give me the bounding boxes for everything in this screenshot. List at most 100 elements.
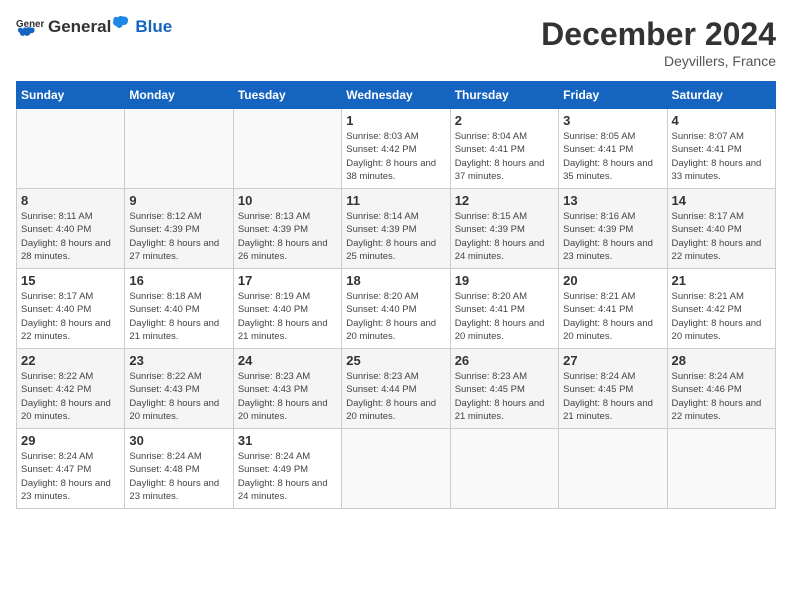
empty-cell (342, 429, 450, 509)
day-20: 20 Sunrise: 8:21 AMSunset: 4:41 PMDaylig… (559, 269, 667, 349)
header-tuesday: Tuesday (233, 82, 341, 109)
day-number: 21 (672, 273, 771, 288)
day-number: 17 (238, 273, 337, 288)
day-info: Sunrise: 8:23 AMSunset: 4:44 PMDaylight:… (346, 371, 436, 422)
day-number: 24 (238, 353, 337, 368)
day-number: 23 (129, 353, 228, 368)
day-1: 1 Sunrise: 8:03 AMSunset: 4:42 PMDayligh… (342, 109, 450, 189)
header-thursday: Thursday (450, 82, 558, 109)
calendar-week-3: 15 Sunrise: 8:17 AMSunset: 4:40 PMDaylig… (17, 269, 776, 349)
day-number: 27 (563, 353, 662, 368)
day-number: 10 (238, 193, 337, 208)
day-number: 20 (563, 273, 662, 288)
empty-cell (17, 109, 125, 189)
month-title: December 2024 (541, 16, 776, 53)
day-number: 30 (129, 433, 228, 448)
day-number: 26 (455, 353, 554, 368)
empty-cell (125, 109, 233, 189)
day-number: 15 (21, 273, 120, 288)
day-info: Sunrise: 8:21 AMSunset: 4:41 PMDaylight:… (563, 291, 653, 342)
day-info: Sunrise: 8:13 AMSunset: 4:39 PMDaylight:… (238, 211, 328, 262)
day-28: 28 Sunrise: 8:24 AMSunset: 4:46 PMDaylig… (667, 349, 775, 429)
day-info: Sunrise: 8:15 AMSunset: 4:39 PMDaylight:… (455, 211, 545, 262)
day-3: 3 Sunrise: 8:05 AMSunset: 4:41 PMDayligh… (559, 109, 667, 189)
day-info: Sunrise: 8:24 AMSunset: 4:48 PMDaylight:… (129, 451, 219, 502)
day-17: 17 Sunrise: 8:19 AMSunset: 4:40 PMDaylig… (233, 269, 341, 349)
calendar-week-2: 8 Sunrise: 8:11 AMSunset: 4:40 PMDayligh… (17, 189, 776, 269)
empty-cell (667, 429, 775, 509)
day-number: 19 (455, 273, 554, 288)
header-sunday: Sunday (17, 82, 125, 109)
day-24: 24 Sunrise: 8:23 AMSunset: 4:43 PMDaylig… (233, 349, 341, 429)
day-9: 9 Sunrise: 8:12 AMSunset: 4:39 PMDayligh… (125, 189, 233, 269)
day-number: 4 (672, 113, 771, 128)
day-info: Sunrise: 8:14 AMSunset: 4:39 PMDaylight:… (346, 211, 436, 262)
day-16: 16 Sunrise: 8:18 AMSunset: 4:40 PMDaylig… (125, 269, 233, 349)
location-subtitle: Deyvillers, France (541, 53, 776, 69)
day-info: Sunrise: 8:24 AMSunset: 4:47 PMDaylight:… (21, 451, 111, 502)
header-monday: Monday (125, 82, 233, 109)
day-25: 25 Sunrise: 8:23 AMSunset: 4:44 PMDaylig… (342, 349, 450, 429)
day-number: 11 (346, 193, 445, 208)
day-info: Sunrise: 8:19 AMSunset: 4:40 PMDaylight:… (238, 291, 328, 342)
day-number: 31 (238, 433, 337, 448)
day-info: Sunrise: 8:20 AMSunset: 4:41 PMDaylight:… (455, 291, 545, 342)
day-info: Sunrise: 8:17 AMSunset: 4:40 PMDaylight:… (21, 291, 111, 342)
empty-cell (450, 429, 558, 509)
day-number: 12 (455, 193, 554, 208)
day-info: Sunrise: 8:21 AMSunset: 4:42 PMDaylight:… (672, 291, 762, 342)
day-info: Sunrise: 8:24 AMSunset: 4:49 PMDaylight:… (238, 451, 328, 502)
day-14: 14 Sunrise: 8:17 AMSunset: 4:40 PMDaylig… (667, 189, 775, 269)
day-number: 1 (346, 113, 445, 128)
day-11: 11 Sunrise: 8:14 AMSunset: 4:39 PMDaylig… (342, 189, 450, 269)
day-number: 9 (129, 193, 228, 208)
day-23: 23 Sunrise: 8:22 AMSunset: 4:43 PMDaylig… (125, 349, 233, 429)
day-number: 2 (455, 113, 554, 128)
day-info: Sunrise: 8:03 AMSunset: 4:42 PMDaylight:… (346, 131, 436, 182)
day-2: 2 Sunrise: 8:04 AMSunset: 4:41 PMDayligh… (450, 109, 558, 189)
logo-icon: General (16, 17, 44, 37)
day-info: Sunrise: 8:22 AMSunset: 4:42 PMDaylight:… (21, 371, 111, 422)
day-number: 3 (563, 113, 662, 128)
logo: General General Blue (16, 16, 172, 37)
day-info: Sunrise: 8:23 AMSunset: 4:45 PMDaylight:… (455, 371, 545, 422)
day-info: Sunrise: 8:07 AMSunset: 4:41 PMDaylight:… (672, 131, 762, 182)
calendar-week-5: 29 Sunrise: 8:24 AMSunset: 4:47 PMDaylig… (17, 429, 776, 509)
logo-general-text: General (48, 17, 111, 37)
header-wednesday: Wednesday (342, 82, 450, 109)
header-friday: Friday (559, 82, 667, 109)
day-info: Sunrise: 8:05 AMSunset: 4:41 PMDaylight:… (563, 131, 653, 182)
day-info: Sunrise: 8:24 AMSunset: 4:46 PMDaylight:… (672, 371, 762, 422)
day-number: 8 (21, 193, 120, 208)
day-8: 8 Sunrise: 8:11 AMSunset: 4:40 PMDayligh… (17, 189, 125, 269)
day-26: 26 Sunrise: 8:23 AMSunset: 4:45 PMDaylig… (450, 349, 558, 429)
day-29: 29 Sunrise: 8:24 AMSunset: 4:47 PMDaylig… (17, 429, 125, 509)
calendar-week-4: 22 Sunrise: 8:22 AMSunset: 4:42 PMDaylig… (17, 349, 776, 429)
day-number: 18 (346, 273, 445, 288)
day-30: 30 Sunrise: 8:24 AMSunset: 4:48 PMDaylig… (125, 429, 233, 509)
day-number: 13 (563, 193, 662, 208)
calendar-table: SundayMondayTuesdayWednesdayThursdayFrid… (16, 81, 776, 509)
day-number: 29 (21, 433, 120, 448)
calendar-week-1: 1 Sunrise: 8:03 AMSunset: 4:42 PMDayligh… (17, 109, 776, 189)
day-10: 10 Sunrise: 8:13 AMSunset: 4:39 PMDaylig… (233, 189, 341, 269)
day-18: 18 Sunrise: 8:20 AMSunset: 4:40 PMDaylig… (342, 269, 450, 349)
day-22: 22 Sunrise: 8:22 AMSunset: 4:42 PMDaylig… (17, 349, 125, 429)
day-27: 27 Sunrise: 8:24 AMSunset: 4:45 PMDaylig… (559, 349, 667, 429)
day-info: Sunrise: 8:24 AMSunset: 4:45 PMDaylight:… (563, 371, 653, 422)
header-saturday: Saturday (667, 82, 775, 109)
calendar-header-row: SundayMondayTuesdayWednesdayThursdayFrid… (17, 82, 776, 109)
day-number: 25 (346, 353, 445, 368)
day-4: 4 Sunrise: 8:07 AMSunset: 4:41 PMDayligh… (667, 109, 775, 189)
day-number: 22 (21, 353, 120, 368)
day-number: 14 (672, 193, 771, 208)
day-info: Sunrise: 8:17 AMSunset: 4:40 PMDaylight:… (672, 211, 762, 262)
day-number: 28 (672, 353, 771, 368)
calendar-body: 1 Sunrise: 8:03 AMSunset: 4:42 PMDayligh… (17, 109, 776, 509)
logo-blue-text: Blue (135, 17, 172, 37)
day-info: Sunrise: 8:22 AMSunset: 4:43 PMDaylight:… (129, 371, 219, 422)
day-31: 31 Sunrise: 8:24 AMSunset: 4:49 PMDaylig… (233, 429, 341, 509)
day-info: Sunrise: 8:23 AMSunset: 4:43 PMDaylight:… (238, 371, 328, 422)
day-13: 13 Sunrise: 8:16 AMSunset: 4:39 PMDaylig… (559, 189, 667, 269)
day-15: 15 Sunrise: 8:17 AMSunset: 4:40 PMDaylig… (17, 269, 125, 349)
